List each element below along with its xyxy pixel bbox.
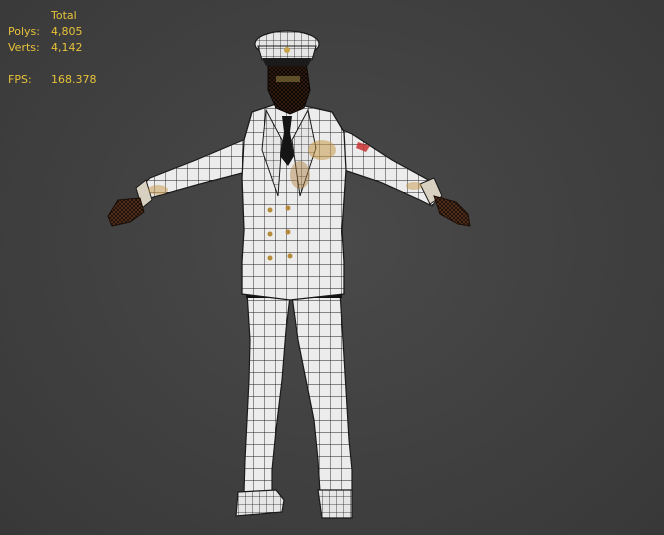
3d-viewport[interactable]: Total Polys: 4,805 Verts: 4,142 FPS: 168… <box>0 0 664 535</box>
sailor-cap <box>254 30 320 66</box>
sailor-character-model-icon[interactable] <box>0 0 664 535</box>
trousers <box>235 291 353 519</box>
